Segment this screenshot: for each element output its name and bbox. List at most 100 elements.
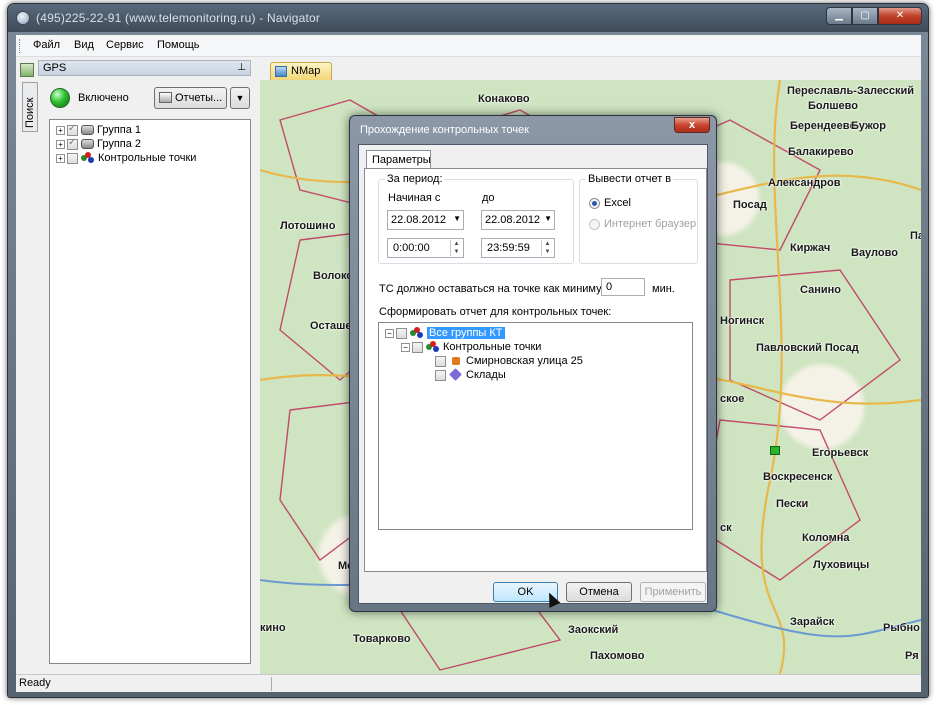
map-label: Балакирево <box>788 146 854 158</box>
warehouse-icon <box>449 368 463 381</box>
control-points-icon <box>81 152 95 164</box>
map-search-icon[interactable] <box>20 63 34 77</box>
tree-item-label: Группа 1 <box>97 124 142 136</box>
menu-view[interactable]: Вид <box>74 39 94 51</box>
map-icon <box>275 66 287 77</box>
map-label: ск <box>720 522 732 534</box>
map-label: Заокский <box>568 624 619 636</box>
group-2-checkbox[interactable] <box>67 137 78 150</box>
cancel-button[interactable]: Отмена <box>566 582 632 602</box>
tab-parameters[interactable]: Параметры <box>366 150 431 169</box>
tree-item-control-points[interactable]: + Контрольные точки <box>56 152 196 166</box>
checkpoint-tree: − Все группы КТ − Контрольные точки Смирно… <box>378 322 693 530</box>
gps-panel-title: GPS <box>43 62 67 74</box>
map-label: Егорьевск <box>812 447 869 459</box>
gps-tree: + Группа 1 + Группа 2 + Контрольные точки <box>49 119 251 664</box>
map-label: Ногинск <box>720 315 765 327</box>
gps-panel: GPS ⊥ Включено Отчеты... ▼ + Группа 1 + Гр… <box>38 60 251 690</box>
menu-grip-icon <box>19 39 22 53</box>
reports-button[interactable]: Отчеты... <box>154 87 227 109</box>
map-label: Пахомово <box>590 650 645 662</box>
parameters-page: За период: Начиная с до 22.08.2012 ▼ 22.… <box>364 168 707 572</box>
close-button[interactable]: ✕ <box>878 7 922 25</box>
map-tab-bar: NMap <box>260 60 921 80</box>
vehicle-flag-icon[interactable] <box>770 446 780 455</box>
map-label: Волоко <box>313 270 354 282</box>
tree-item-smirnovskaya[interactable]: Смирновская улица 25 <box>433 355 583 369</box>
map-label: Рыбно <box>883 622 920 634</box>
menu-file[interactable]: Файл <box>33 39 60 51</box>
map-label: Осташе <box>310 320 352 332</box>
search-dock-tab[interactable]: Поиск <box>22 82 38 132</box>
tree-item-label: Контрольные точки <box>443 341 542 353</box>
control-points-icon <box>426 341 440 353</box>
pushpin-icon <box>449 355 463 367</box>
map-label: Зарайск <box>790 616 835 628</box>
dialog-body: Параметры За период: Начиная с до 22.08.… <box>358 144 708 604</box>
menu-help[interactable]: Помощь <box>157 39 200 51</box>
expand-icon[interactable]: + <box>56 153 65 163</box>
chevron-down-icon[interactable]: ▼ <box>544 214 552 223</box>
to-date-picker[interactable]: 22.08.2012 ▼ <box>481 210 555 230</box>
map-label: ское <box>720 393 745 405</box>
expand-icon[interactable]: + <box>56 125 65 135</box>
control-points-checkbox[interactable] <box>67 152 78 164</box>
map-label: Коломна <box>802 532 850 544</box>
from-time-spinner[interactable]: 0:00:00 ▲ ▼ <box>387 238 464 258</box>
map-label: Пески <box>776 498 809 510</box>
tree-item-all-groups[interactable]: − Все группы КТ <box>385 327 505 341</box>
spin-arrows-icon[interactable]: ▲ ▼ <box>450 240 462 256</box>
menu-service[interactable]: Сервис <box>106 39 144 51</box>
dialog-close-button[interactable]: x <box>674 117 710 133</box>
dialog-title: Прохождение контрольных точек <box>360 124 529 136</box>
status-text: Ready <box>19 677 51 689</box>
gps-status-label: Включено <box>78 92 129 104</box>
minimize-button[interactable]: ▁ <box>826 7 852 25</box>
map-label: Ваулово <box>851 247 898 259</box>
excel-label: Excel <box>604 197 631 209</box>
min-stay-unit: мин. <box>652 283 675 295</box>
warehouses-checkbox[interactable] <box>435 369 446 381</box>
map-label: Па <box>910 230 921 242</box>
excel-radio[interactable] <box>589 198 600 209</box>
tree-item-control-points[interactable]: − Контрольные точки <box>401 341 541 355</box>
title-bar[interactable]: (495)225-22-91 (www.telemonitoring.ru) -… <box>8 4 928 32</box>
group-1-checkbox[interactable] <box>67 123 78 136</box>
map-label: Берендеево <box>790 120 857 132</box>
pin-icon[interactable]: ⊥ <box>237 62 246 73</box>
map-label: Бужор <box>851 120 886 132</box>
spin-arrows-icon[interactable]: ▲ ▼ <box>541 240 553 256</box>
maximize-button[interactable]: ▢ <box>852 7 878 25</box>
tree-item-group-2[interactable]: + Группа 2 <box>56 137 142 152</box>
to-time-spinner[interactable]: 23:59:59 ▲ ▼ <box>481 238 555 258</box>
output-group-title: Вывести отчет в <box>586 173 674 185</box>
map-label: Киржач <box>790 242 831 254</box>
min-stay-value: 0 <box>606 281 613 293</box>
status-bar: Ready <box>16 674 921 692</box>
tree-item-label: Группа 2 <box>97 138 142 150</box>
min-stay-input[interactable]: 0 <box>601 278 645 296</box>
from-date-picker[interactable]: 22.08.2012 ▼ <box>387 210 464 230</box>
chevron-down-icon[interactable]: ▼ <box>453 214 461 223</box>
tree-item-label: Смирновская улица 25 <box>466 355 583 367</box>
tree-item-warehouses[interactable]: Склады <box>433 368 506 383</box>
reports-dropdown-button[interactable]: ▼ <box>230 87 250 109</box>
map-label: Лотошино <box>280 220 336 232</box>
from-time-value: 0:00:00 <box>393 242 430 254</box>
expand-icon[interactable]: + <box>56 139 65 149</box>
collapse-icon[interactable]: − <box>385 328 394 338</box>
smirnovskaya-checkbox[interactable] <box>435 355 446 367</box>
vehicle-group-icon <box>81 139 94 150</box>
reports-button-label: Отчеты... <box>175 92 223 104</box>
status-led-icon <box>50 88 70 108</box>
from-label: Начиная с <box>388 192 441 204</box>
from-date-value: 22.08.2012 <box>391 214 447 226</box>
vehicle-group-icon <box>81 125 94 136</box>
to-time-value: 23:59:59 <box>487 242 530 254</box>
all-groups-checkbox[interactable] <box>396 327 407 339</box>
tab-nmap[interactable]: NMap <box>270 62 332 80</box>
control-points-checkbox[interactable] <box>412 341 423 353</box>
collapse-icon[interactable]: − <box>401 342 410 352</box>
app-icon <box>16 11 30 25</box>
dock-strip: Поиск <box>17 60 38 180</box>
